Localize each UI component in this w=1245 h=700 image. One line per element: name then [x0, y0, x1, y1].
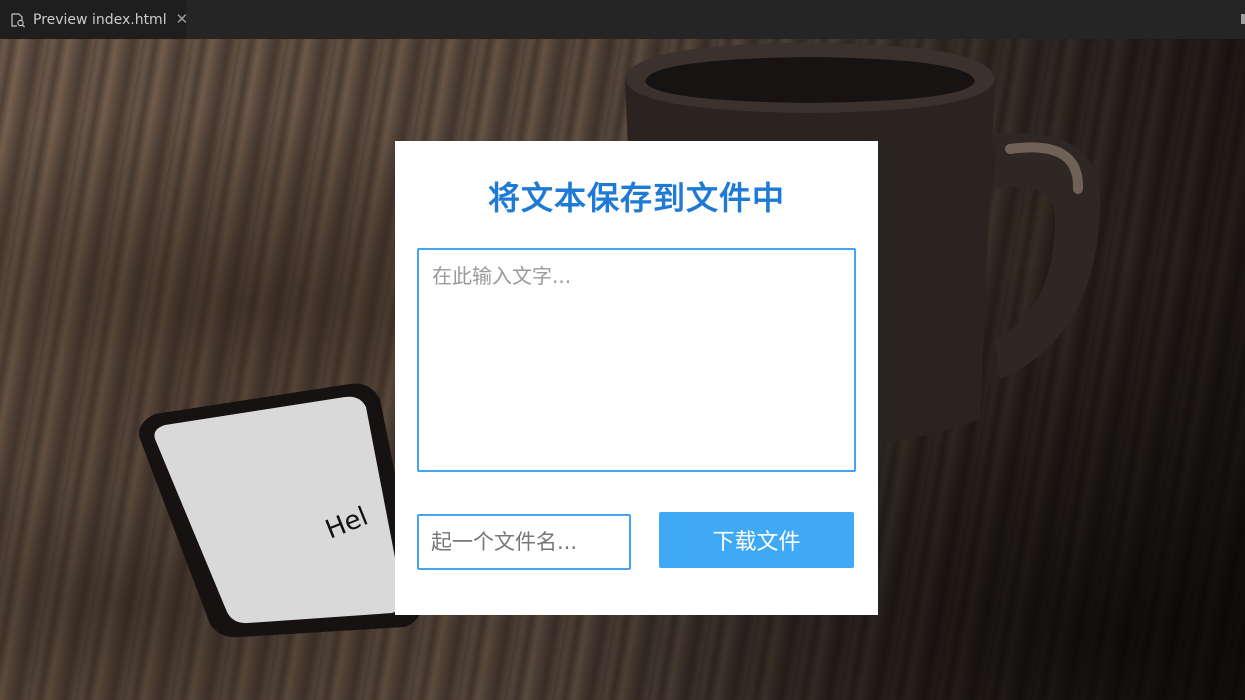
filename-input[interactable]	[417, 514, 631, 570]
text-input-area[interactable]	[417, 248, 856, 472]
tab-preview-index-html[interactable]: Preview index.html ✕	[0, 0, 189, 39]
preview-icon	[10, 12, 26, 28]
editor-tab-bar: Preview index.html ✕	[0, 0, 1245, 40]
page-title: 将文本保存到文件中	[487, 179, 785, 217]
tab-label: Preview index.html	[33, 11, 167, 28]
overflow-indicator	[1241, 14, 1245, 24]
smartphone-image: Hel	[139, 383, 421, 638]
preview-pane: Hel 将文本保存到文件中 下载文件	[0, 39, 1245, 700]
download-file-button[interactable]: 下载文件	[659, 512, 854, 568]
close-icon[interactable]: ✕	[176, 12, 189, 27]
save-text-card: 将文本保存到文件中 下载文件	[395, 141, 878, 615]
